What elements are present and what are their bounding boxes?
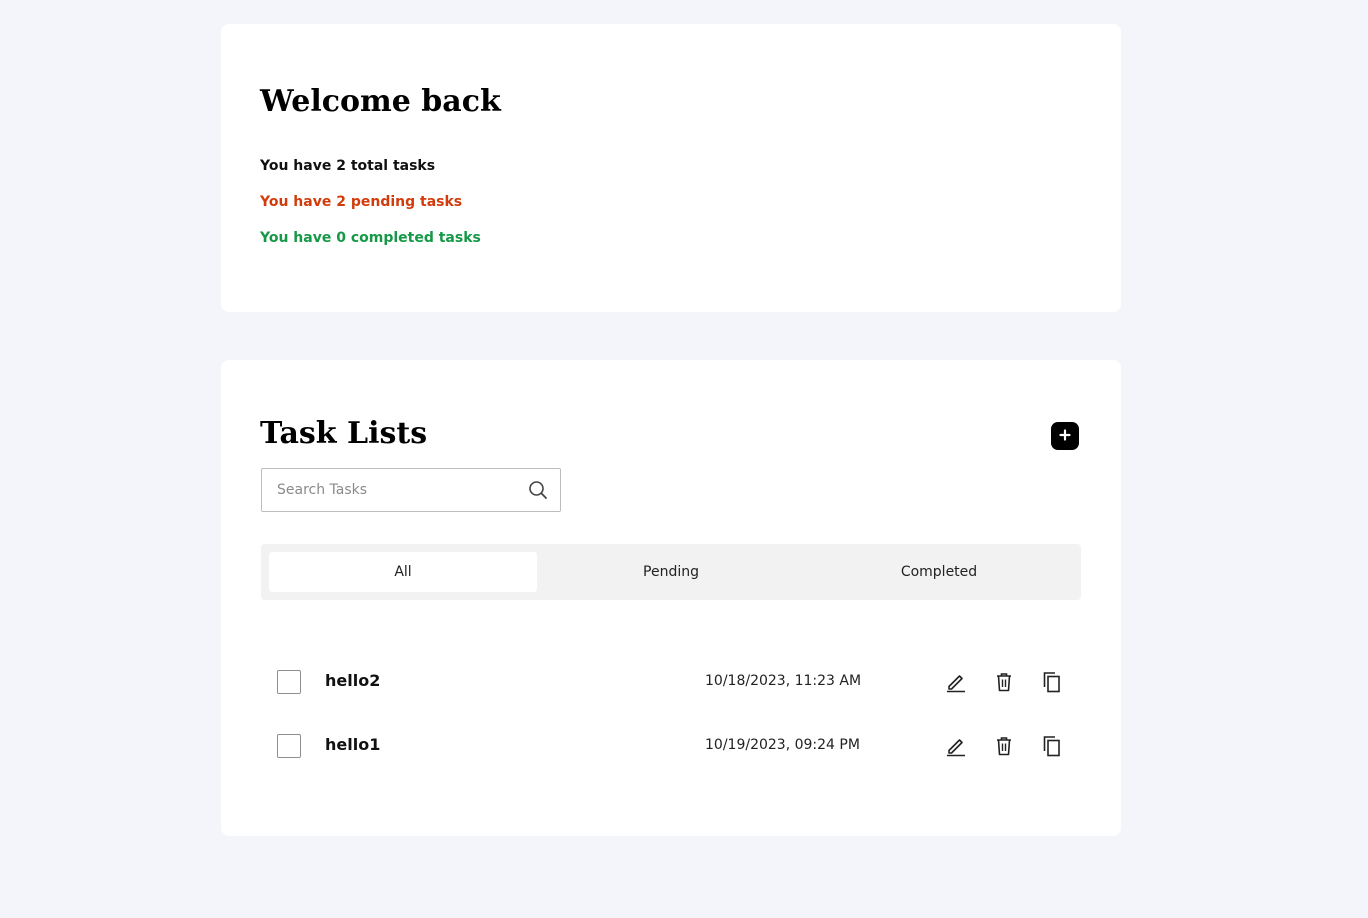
tab-completed[interactable]: Completed (805, 552, 1073, 592)
task-date: 10/19/2023, 09:24 PM (705, 737, 860, 753)
total-tasks-text: You have 2 total tasks (260, 158, 436, 174)
edit-icon (947, 675, 965, 693)
trash-icon (997, 673, 1011, 692)
copy-icon (1043, 736, 1060, 757)
edit-button[interactable] (943, 733, 969, 759)
copy-button[interactable] (1039, 733, 1065, 759)
task-name: hello2 (325, 671, 381, 690)
pending-tasks-text: You have 2 pending tasks (260, 194, 463, 210)
tab-pending[interactable]: Pending (537, 552, 805, 592)
welcome-card: Welcome back You have 2 total tasks You … (221, 24, 1121, 312)
task-checkbox[interactable] (277, 670, 301, 694)
plus-icon (1059, 428, 1071, 444)
task-name: hello1 (325, 735, 381, 754)
delete-button[interactable] (991, 733, 1017, 759)
edit-button[interactable] (943, 669, 969, 695)
search-icon[interactable] (516, 468, 560, 512)
copy-button[interactable] (1039, 669, 1065, 695)
copy-icon (1043, 672, 1060, 693)
task-row: hello1 10/19/2023, 09:24 PM (261, 725, 1081, 765)
add-task-button[interactable] (1051, 422, 1079, 450)
edit-icon (947, 739, 965, 757)
task-row: hello2 10/18/2023, 11:23 AM (261, 661, 1081, 701)
search-input[interactable] (262, 469, 516, 511)
welcome-title: Welcome back (260, 84, 501, 119)
task-date: 10/18/2023, 11:23 AM (705, 673, 862, 689)
tab-all[interactable]: All (269, 552, 537, 592)
task-filter-tabs: All Pending Completed (261, 544, 1081, 600)
trash-icon (997, 737, 1011, 756)
task-lists-card: Task Lists All Pending Completed hello2 … (221, 360, 1121, 836)
search-box (261, 468, 561, 512)
task-checkbox[interactable] (277, 734, 301, 758)
completed-tasks-text: You have 0 completed tasks (260, 230, 481, 246)
delete-button[interactable] (991, 669, 1017, 695)
task-lists-title: Task Lists (260, 416, 428, 451)
